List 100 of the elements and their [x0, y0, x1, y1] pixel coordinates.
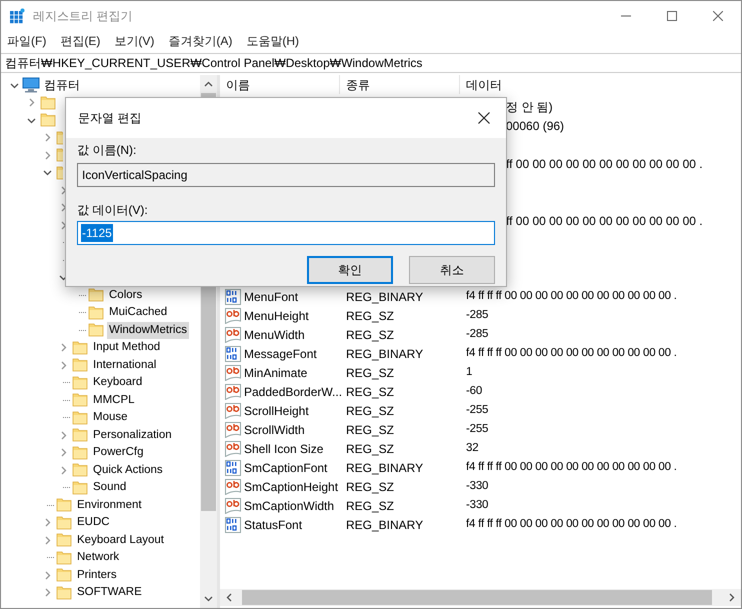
column-header[interactable]: 이름 [220, 75, 340, 94]
expand-chevron-icon[interactable] [43, 536, 52, 545]
table-cell-text: -285 [465, 308, 488, 323]
table-cell-text: 정 안 됨) [506, 98, 553, 116]
folder-icon [72, 410, 88, 426]
table-cell-text: 32 [465, 440, 478, 456]
table-cell-text: REG_SZ [345, 326, 396, 344]
binary-value-icon [225, 288, 241, 304]
table-cell-text: f4 ff ff ff 00 00 00 00 00 00 00 00 00 00 00 . [465, 516, 677, 532]
table-cell-text: REG_BINARY [345, 346, 424, 362]
table-cell-text: -330 [465, 498, 488, 513]
dialog-button[interactable]: 취소 [409, 256, 495, 284]
value-name-field[interactable]: IconVerticalSpacing [77, 163, 495, 187]
collapse-chevron-icon[interactable] [10, 80, 19, 90]
expand-chevron-icon[interactable] [43, 570, 52, 580]
close-icon [478, 112, 490, 124]
value-name[interactable]: MenuHeight [244, 306, 309, 324]
expand-chevron-icon[interactable] [59, 430, 68, 440]
table-cell-text: f4 ff ff ff 00 00 00 00 00 00 00 00 00 00 00 . [465, 288, 677, 304]
string-value-icon [225, 422, 241, 438]
table-cell-text: -255 [465, 422, 488, 437]
collapse-chevron-icon[interactable] [43, 168, 52, 178]
string-value-icon [225, 402, 241, 418]
table-cell-text: REG_SZ [345, 402, 396, 420]
tree-item[interactable]: WindowMetrics [107, 322, 189, 339]
expand-chevron-icon[interactable] [27, 98, 36, 108]
value-name[interactable]: MenuWidth [244, 326, 305, 344]
folder-icon [88, 304, 104, 321]
table-cell-text: REG_SZ [345, 478, 396, 496]
value-name[interactable]: StatusFont [244, 516, 302, 534]
dialog-title: 문자열 편집 [78, 110, 142, 127]
expand-chevron-icon[interactable] [43, 133, 52, 142]
menu-item[interactable]: 즐겨찾기(A) [161, 32, 240, 50]
expand-chevron-icon[interactable] [59, 220, 68, 230]
expand-chevron-icon[interactable] [43, 150, 52, 160]
value-name[interactable]: SmCaptionWidth [244, 496, 334, 514]
value-data-field[interactable]: -1125 [77, 221, 495, 245]
table-cell-text: 1 [465, 364, 472, 380]
selected-text: -1125 [81, 224, 113, 242]
string-value-icon [225, 308, 241, 324]
table-cell-text: -255 [465, 402, 488, 418]
expand-chevron-icon[interactable] [59, 360, 68, 370]
value-name[interactable]: Shell Icon Size [244, 440, 324, 458]
value-name[interactable]: SmCaptionHeight [244, 478, 338, 496]
folder-icon [72, 480, 88, 496]
window-title: 레지스트리 편집기 [33, 8, 132, 25]
value-name[interactable]: SmCaptionFont [244, 458, 328, 476]
value-name[interactable]: ScrollHeight [244, 402, 309, 420]
value-name[interactable]: MinAnimate [244, 364, 308, 382]
expand-chevron-icon[interactable] [59, 186, 68, 195]
table-cell-text: REG_BINARY [345, 460, 424, 476]
menu-item[interactable]: 파일(F) [1, 32, 54, 50]
string-value-icon [225, 384, 241, 400]
tree-root[interactable]: 컴퓨터 [44, 76, 80, 94]
menu-item[interactable]: 보기(V) [107, 32, 162, 50]
string-value-icon [225, 364, 241, 380]
collapse-chevron-icon[interactable] [27, 116, 36, 125]
binary-value-icon [225, 516, 241, 532]
scroll-right-icon [729, 593, 735, 602]
table-cell-text: -285 [465, 326, 488, 342]
address-bar[interactable]: 컴퓨터₩HKEY_CURRENT_USER₩Control Panel₩Desktop₩WindowMetrics [1, 53, 741, 73]
folder-icon [72, 462, 88, 478]
expand-chevron-icon[interactable] [43, 588, 52, 598]
value-name[interactable]: PaddedBorderW... [244, 382, 342, 400]
table-cell-text: REG_BINARY [345, 288, 424, 306]
column-header[interactable]: 데이터 [460, 75, 741, 94]
folder-icon [56, 550, 72, 566]
folder-icon [56, 497, 72, 514]
binary-value-icon [225, 346, 241, 362]
table-cell-text: ff 00 00 00 00 00 00 00 00 00 00 00 . [506, 156, 703, 172]
expand-chevron-icon[interactable] [59, 448, 68, 458]
table-cell-text: ff 00 00 00 00 00 00 00 00 00 00 00 . [506, 212, 703, 230]
folder-icon [56, 532, 72, 548]
computer-icon [22, 77, 40, 93]
expand-chevron-icon[interactable] [59, 466, 68, 475]
folder-icon [72, 357, 88, 374]
scroll-thumb[interactable] [242, 590, 712, 605]
expand-chevron-icon[interactable] [59, 343, 68, 352]
string-value-icon [225, 440, 241, 456]
value-name[interactable]: MessageFont [244, 344, 317, 362]
column-header[interactable]: 종류 [340, 75, 460, 94]
table-cell-text: f4 ff ff ff 00 00 00 00 00 00 00 00 00 00 00 . [465, 346, 677, 361]
folder-icon [56, 584, 72, 601]
value-name[interactable]: ScrollWidth [244, 420, 305, 438]
dialog-button[interactable]: 확인 [307, 256, 393, 284]
close-icon [713, 11, 723, 21]
horizontal-scrollbar[interactable] [220, 589, 741, 606]
menu-item[interactable]: 편집(E) [53, 32, 108, 50]
scroll-down-icon [204, 596, 213, 602]
table-cell-text: f4 ff ff ff 00 00 00 00 00 00 00 00 00 00 00 . [465, 460, 677, 475]
string-value-icon [225, 326, 241, 342]
table-cell-text: REG_SZ [345, 422, 396, 438]
expand-chevron-icon[interactable] [59, 203, 68, 212]
table-cell-text: 00060 (96) [506, 118, 564, 134]
menu-item[interactable]: 도움말(H) [239, 32, 306, 50]
maximize-icon [667, 11, 677, 21]
value-name[interactable]: MenuFont [244, 288, 298, 306]
app-icon [9, 8, 25, 24]
binary-value-icon [225, 460, 241, 476]
expand-chevron-icon[interactable] [43, 518, 52, 528]
